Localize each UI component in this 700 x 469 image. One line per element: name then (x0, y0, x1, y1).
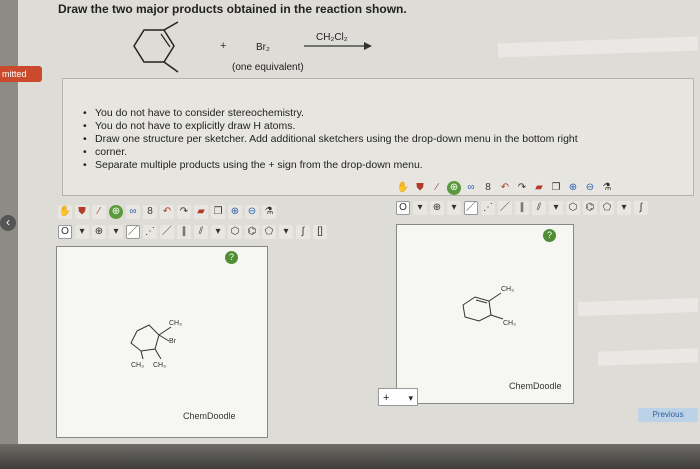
reaction-scheme: + Br₂ (one equivalent) CH₂Cl₂ (128, 20, 388, 80)
equivalents-label: (one equivalent) (232, 62, 304, 73)
chemdoodle-brand: ChemDoodle (183, 411, 236, 421)
help-icon[interactable]: ? (225, 251, 238, 264)
ring-template-icon[interactable]: ⊕ (447, 181, 461, 195)
instruction-item: You do not have to consider stereochemis… (83, 107, 693, 120)
atom-map-icon[interactable]: ∞ (464, 181, 478, 195)
copy-icon[interactable]: ❐ (211, 205, 225, 219)
clean-icon[interactable]: ▰ (532, 181, 546, 195)
previous-button[interactable]: Previous (638, 408, 698, 422)
chevron-down-icon[interactable]: ▾ (617, 201, 631, 215)
chain-icon[interactable]: ∫ (634, 201, 648, 215)
bucket-icon[interactable]: ⛊ (413, 181, 427, 195)
single-bond-icon[interactable]: ／ (126, 225, 140, 239)
chain-icon[interactable]: ∫ (296, 225, 310, 239)
instructions-box: You do not have to consider stereochemis… (62, 78, 694, 196)
flask-icon[interactable]: ⚗ (600, 181, 614, 195)
cyclopentane-icon[interactable]: ⬠ (262, 225, 276, 239)
sketcher1-toolbar: ✋ ⛊ ∕ ⊕ ∞ 8 ↶ ↷ ▰ ❐ ⊕ ⊖ ⚗ O ▾ ⊕ ▾ ／ ⋰ ／ … (58, 204, 358, 244)
instruction-item: corner. (83, 146, 693, 159)
zoom-in-icon[interactable]: ⊕ (228, 205, 242, 219)
ch3-label: CH₃ (169, 320, 182, 327)
ch3-label: CH₃ (501, 286, 514, 293)
ring-template-icon[interactable]: ⊕ (109, 205, 123, 219)
flask-icon[interactable]: ⚗ (262, 205, 276, 219)
screen-glare (598, 348, 698, 366)
chevron-down-icon[interactable]: ▾ (447, 201, 461, 215)
sketcher1-canvas[interactable]: ? CH₃ Br CH₃ CH₃ ChemDoodle (56, 246, 268, 438)
bucket-icon[interactable]: ⛊ (75, 205, 89, 219)
chevron-down-icon[interactable]: ▾ (413, 201, 427, 215)
chevron-down-icon[interactable]: ▾ (109, 225, 123, 239)
eraser-icon[interactable]: ∕ (430, 181, 444, 195)
wedge-bond-icon[interactable]: ／ (160, 225, 174, 239)
hashed-bond-icon[interactable]: ⋰ (143, 225, 157, 239)
double-bond-icon[interactable]: ∥ (177, 225, 191, 239)
cyclohexane-icon[interactable]: ⬡ (228, 225, 242, 239)
br-label: Br (169, 338, 177, 345)
solvent-label: CH₂Cl₂ (316, 32, 348, 43)
status-tag: mitted (0, 66, 42, 82)
instruction-item: Draw one structure per sketcher. Add add… (83, 133, 693, 146)
atom-map-icon[interactable]: ∞ (126, 205, 140, 219)
chevron-down-icon[interactable]: ▾ (279, 225, 293, 239)
hand-icon[interactable]: ✋ (396, 181, 410, 195)
bracket-icon[interactable]: [] (313, 225, 327, 239)
ch3-label: CH₃ (153, 362, 166, 369)
undo-icon[interactable]: ↶ (498, 181, 512, 195)
screen-bezel (0, 444, 700, 469)
undo-icon[interactable]: ↶ (160, 205, 174, 219)
sketcher2-canvas[interactable]: ? CH₃ CH₃ ChemDoodle (396, 224, 574, 404)
hand-icon[interactable]: ✋ (58, 205, 72, 219)
plus-charge-icon[interactable]: ⊕ (430, 201, 444, 215)
clean-icon[interactable]: ▰ (194, 205, 208, 219)
instruction-item: Separate multiple products using the + s… (83, 159, 693, 172)
atom-o-icon[interactable]: O (58, 225, 72, 239)
triple-bond-icon[interactable]: ⫽ (532, 201, 546, 215)
ch3-label: CH₃ (131, 362, 144, 369)
instruction-item: You do not have to explicitly draw H ato… (83, 120, 693, 133)
benzene-icon[interactable]: ⌬ (245, 225, 259, 239)
zoom-out-icon[interactable]: ⊖ (245, 205, 259, 219)
plus-charge-icon[interactable]: ⊕ (92, 225, 106, 239)
chevron-down-icon[interactable]: ▾ (549, 201, 563, 215)
triple-bond-icon[interactable]: ⫽ (194, 225, 208, 239)
ch3-label: CH₃ (503, 320, 516, 327)
redo-icon[interactable]: ↷ (515, 181, 529, 195)
wedge-bond-icon[interactable]: ／ (498, 201, 512, 215)
chevron-down-icon[interactable]: ▾ (211, 225, 225, 239)
charge-icon[interactable]: 8 (481, 181, 495, 195)
reagent-label: Br₂ (256, 42, 270, 53)
single-bond-icon[interactable]: ／ (464, 201, 478, 215)
back-arrow-icon[interactable]: ‹ (0, 215, 16, 231)
product1-structure: CH₃ Br CH₃ CH₃ (130, 320, 182, 369)
cyclopentane-icon[interactable]: ⬠ (600, 201, 614, 215)
chemdoodle-brand: ChemDoodle (509, 381, 562, 391)
add-sketcher-value: + (383, 392, 390, 404)
benzene-icon[interactable]: ⌬ (583, 201, 597, 215)
copy-icon[interactable]: ❐ (549, 181, 563, 195)
cyclohexane-icon[interactable]: ⬡ (566, 201, 580, 215)
screen-glare (498, 36, 698, 58)
charge-icon[interactable]: 8 (143, 205, 157, 219)
sketcher2-toolbar: ✋ ⛊ ∕ ⊕ ∞ 8 ↶ ↷ ▰ ❐ ⊕ ⊖ ⚗ O ▾ ⊕ ▾ ／ ⋰ ／ … (396, 180, 696, 220)
atom-o-icon[interactable]: O (396, 201, 410, 215)
plus-sign: + (220, 40, 227, 52)
double-bond-icon[interactable]: ∥ (515, 201, 529, 215)
eraser-icon[interactable]: ∕ (92, 205, 106, 219)
product2-structure: CH₃ CH₃ (462, 286, 516, 327)
screen-glare (578, 297, 698, 317)
add-sketcher-dropdown[interactable]: + ▾ (378, 388, 418, 406)
zoom-out-icon[interactable]: ⊖ (583, 181, 597, 195)
hashed-bond-icon[interactable]: ⋰ (481, 201, 495, 215)
help-icon[interactable]: ? (543, 229, 556, 242)
chevron-down-icon[interactable]: ▾ (75, 225, 89, 239)
app-screen: Draw the two major products obtained in … (18, 0, 700, 469)
chevron-down-icon: ▾ (408, 393, 413, 403)
question-text: Draw the two major products obtained in … (58, 2, 407, 16)
redo-icon[interactable]: ↷ (177, 205, 191, 219)
zoom-in-icon[interactable]: ⊕ (566, 181, 580, 195)
